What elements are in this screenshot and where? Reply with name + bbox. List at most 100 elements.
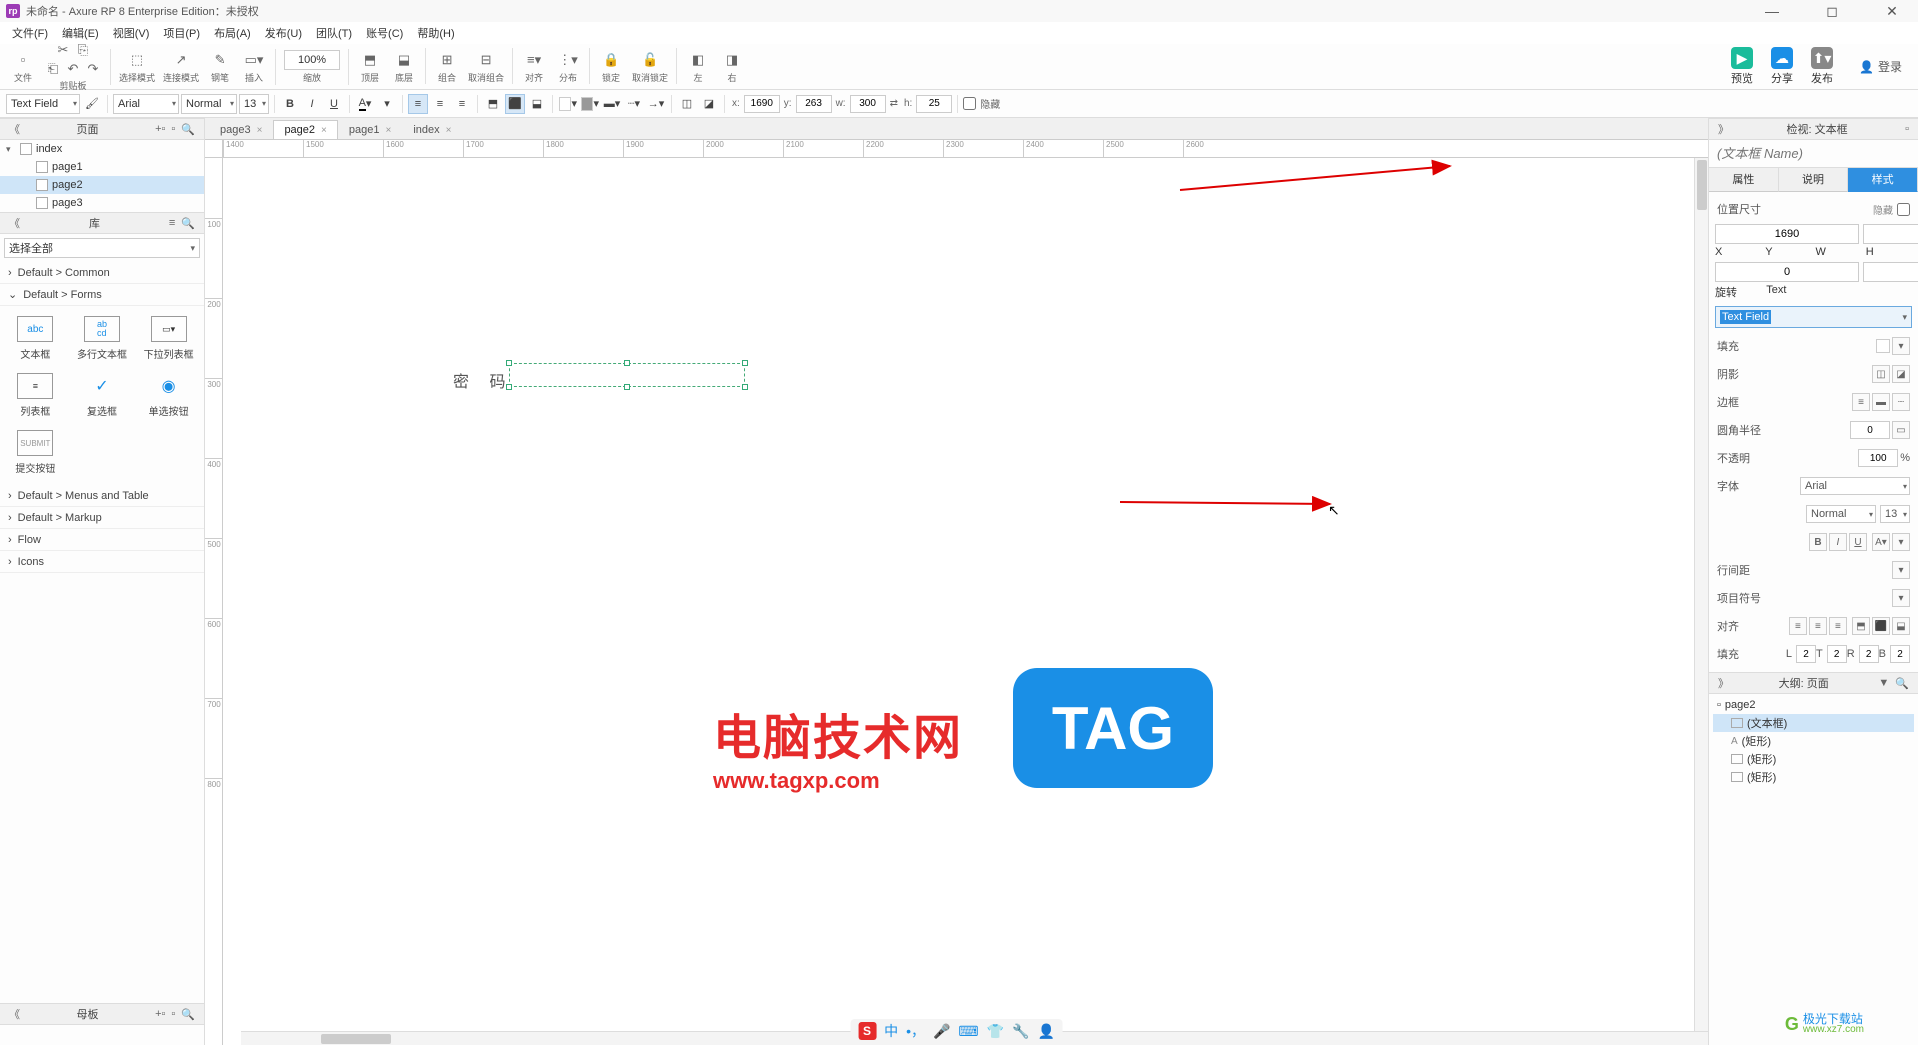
font-weight-select[interactable]: Normal bbox=[1806, 505, 1876, 523]
lib-category[interactable]: ›Icons bbox=[0, 551, 204, 573]
tab-style[interactable]: 样式 bbox=[1848, 168, 1918, 192]
menu-item[interactable]: 帮助(H) bbox=[411, 23, 460, 43]
toolbar-insert[interactable]: ▭▾ 插入 bbox=[237, 48, 271, 86]
align-left-button[interactable]: ≡ bbox=[1789, 617, 1807, 635]
toolbar-分布[interactable]: ⋮▾分布 bbox=[551, 48, 585, 86]
search-icon[interactable]: 🔍 bbox=[178, 217, 198, 230]
toolbar-取消锁定[interactable]: 🔓取消锁定 bbox=[628, 48, 672, 86]
lib-category[interactable]: ›Default > Common bbox=[0, 262, 204, 284]
menu-item[interactable]: 团队(T) bbox=[310, 23, 358, 43]
style-button[interactable]: ▾ bbox=[1892, 589, 1910, 607]
insp-text-rotation-input[interactable] bbox=[1863, 262, 1918, 282]
outline-item[interactable]: A(矩形) bbox=[1713, 732, 1914, 750]
line-color-button[interactable]: ▾ bbox=[580, 94, 600, 114]
insp-x-input[interactable] bbox=[1715, 224, 1859, 244]
top-action-预览[interactable]: ▶预览 bbox=[1725, 45, 1759, 88]
font-size-select[interactable]: 13 bbox=[1880, 505, 1910, 523]
y-input[interactable] bbox=[796, 95, 832, 113]
page-tree-item[interactable]: page1 bbox=[0, 158, 204, 176]
library-item[interactable]: abcd多行文本框 bbox=[71, 312, 134, 365]
ime-icon[interactable]: •， bbox=[906, 1021, 925, 1041]
h-input[interactable] bbox=[916, 95, 952, 113]
lib-category[interactable]: ⌄Default > Forms bbox=[0, 284, 204, 306]
valign-mid-button[interactable]: ⬛ bbox=[1872, 617, 1890, 635]
page-tree-item[interactable]: ▾index bbox=[0, 140, 204, 158]
style-button[interactable]: ◪ bbox=[1892, 365, 1910, 383]
lib-category[interactable]: ›Default > Menus and Table bbox=[0, 485, 204, 507]
shadow-in-button[interactable]: ◪ bbox=[699, 94, 719, 114]
opacity-input[interactable] bbox=[1858, 449, 1898, 467]
login-button[interactable]: 👤 登录 bbox=[1849, 58, 1912, 75]
canvas[interactable]: 密 码 电脑技术网 www.tagxp.com TAG bbox=[223, 158, 1708, 1045]
collapse-icon[interactable]: 《 bbox=[6, 1006, 23, 1022]
ime-icon[interactable]: 中 bbox=[884, 1021, 898, 1041]
x-input[interactable] bbox=[744, 95, 780, 113]
insp-y-input[interactable] bbox=[1863, 224, 1918, 244]
top-action-分享[interactable]: ☁分享 bbox=[1765, 45, 1799, 88]
menu-item[interactable]: 项目(P) bbox=[157, 23, 206, 43]
document-tab[interactable]: index× bbox=[402, 120, 462, 139]
tab-properties[interactable]: 属性 bbox=[1709, 168, 1779, 192]
ime-icon[interactable]: 🔧 bbox=[1012, 1023, 1029, 1040]
lib-category[interactable]: ›Flow bbox=[0, 529, 204, 551]
outline-item[interactable]: (文本框) bbox=[1713, 714, 1914, 732]
maximize-button[interactable]: ◻ bbox=[1812, 3, 1852, 20]
font-select[interactable]: Arial bbox=[1800, 477, 1910, 495]
hidden-checkbox[interactable] bbox=[963, 97, 976, 110]
underline-button[interactable]: U bbox=[1849, 533, 1867, 551]
toolbar-锁定[interactable]: 🔒锁定 bbox=[594, 48, 628, 86]
collapse-icon[interactable]: 》 bbox=[1715, 121, 1732, 137]
lock-aspect-icon[interactable]: ⇄ bbox=[888, 98, 900, 109]
font-size-select[interactable]: 13 bbox=[239, 94, 269, 114]
hidden-checkbox[interactable] bbox=[1897, 203, 1910, 216]
align-center-button[interactable]: ≡ bbox=[430, 94, 450, 114]
style-paint-icon[interactable]: 🖌 bbox=[82, 94, 102, 114]
align-left-button[interactable]: ≡ bbox=[408, 94, 428, 114]
close-tab-icon[interactable]: × bbox=[385, 125, 391, 136]
style-button[interactable]: ▬ bbox=[1872, 393, 1890, 411]
add-folder-icon[interactable]: ▫ bbox=[168, 123, 178, 135]
w-input[interactable] bbox=[850, 95, 886, 113]
collapse-icon[interactable]: 《 bbox=[6, 215, 23, 231]
collapse-icon[interactable]: 《 bbox=[6, 121, 23, 137]
toolbar-组合[interactable]: ⊞组合 bbox=[430, 48, 464, 86]
library-select[interactable]: 选择全部 bbox=[4, 238, 200, 258]
close-tab-icon[interactable]: × bbox=[321, 125, 327, 136]
align-right-button[interactable]: ≡ bbox=[1829, 617, 1847, 635]
ime-icon[interactable]: 👕 bbox=[987, 1023, 1004, 1040]
bold-button[interactable]: B bbox=[1809, 533, 1827, 551]
style-button[interactable]: ≡ bbox=[1852, 393, 1870, 411]
fill-color-button[interactable]: ▾ bbox=[558, 94, 578, 114]
document-tab[interactable]: page1× bbox=[338, 120, 402, 139]
library-item[interactable]: ◉单选按钮 bbox=[137, 369, 200, 422]
outline-item[interactable]: (矩形) bbox=[1713, 768, 1914, 786]
valign-top-button[interactable]: ⬒ bbox=[483, 94, 503, 114]
sogou-icon[interactable]: S bbox=[858, 1022, 876, 1040]
ime-icon[interactable]: 👤 bbox=[1038, 1023, 1055, 1040]
toolbar-顶层[interactable]: ⬒顶层 bbox=[353, 48, 387, 86]
menu-item[interactable]: 发布(U) bbox=[259, 23, 308, 43]
font-select[interactable]: Arial bbox=[113, 94, 179, 114]
search-icon[interactable]: 🔍 bbox=[178, 123, 198, 136]
pad-t-input[interactable] bbox=[1827, 645, 1847, 663]
font-color-button[interactable]: A▾ bbox=[1872, 533, 1890, 551]
bold-button[interactable]: B bbox=[280, 94, 300, 114]
close-button[interactable]: ✕ bbox=[1872, 3, 1912, 20]
style-button[interactable]: ◫ bbox=[1872, 365, 1890, 383]
search-icon[interactable]: 🔍 bbox=[178, 1008, 198, 1021]
undo-icon[interactable]: ↶ bbox=[64, 60, 82, 78]
add-master-icon[interactable]: +▫ bbox=[152, 1008, 168, 1020]
style-button[interactable]: ▭ bbox=[1892, 421, 1910, 439]
pad-l-input[interactable] bbox=[1796, 645, 1816, 663]
pad-b-input[interactable] bbox=[1890, 645, 1910, 663]
valign-bottom-button[interactable]: ⬓ bbox=[527, 94, 547, 114]
cut-icon[interactable]: ✂ bbox=[54, 41, 72, 59]
extra-button[interactable]: ▾ bbox=[1892, 533, 1910, 551]
style-button[interactable]: ▾ bbox=[1892, 561, 1910, 579]
top-action-发布[interactable]: ⬆▾发布 bbox=[1805, 45, 1839, 88]
canvas-text-field[interactable] bbox=[509, 363, 745, 387]
insp-rotation-input[interactable] bbox=[1715, 262, 1859, 282]
widget-name-input[interactable] bbox=[1717, 146, 1910, 161]
ime-icon[interactable]: ⌨ bbox=[958, 1023, 978, 1040]
valign-bot-button[interactable]: ⬓ bbox=[1892, 617, 1910, 635]
